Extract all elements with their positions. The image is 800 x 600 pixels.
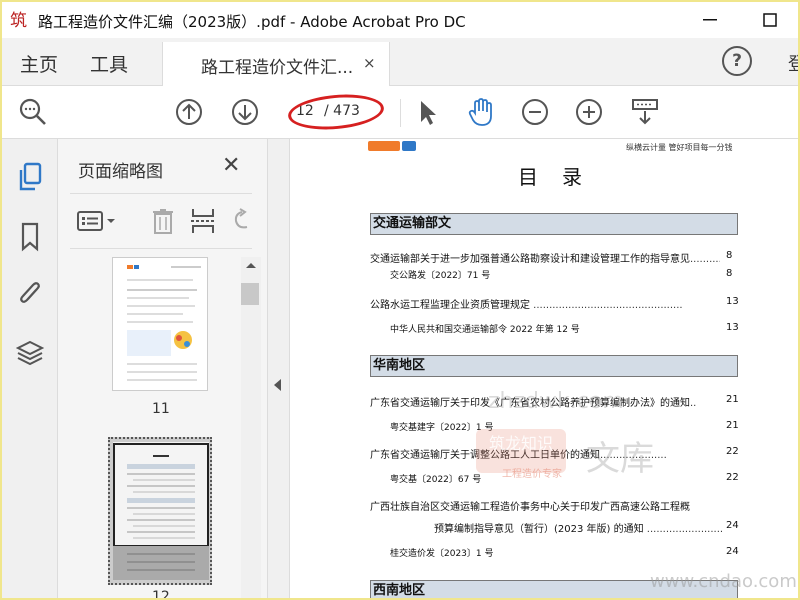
toc-entry-sub[interactable]: 交公路发〔2022〕71 号 — [390, 268, 490, 281]
toc-entry-sub[interactable]: 粤交基〔2022〕67 号 — [390, 472, 481, 485]
scroll-up-arrow-icon[interactable] — [241, 258, 261, 272]
toc-heading: 目录 — [518, 165, 606, 189]
toc-entry-sub[interactable]: 桂交造价发〔2023〕1 号 — [390, 546, 494, 559]
rotate-page-icon[interactable] — [226, 206, 256, 236]
toolbar-divider — [400, 99, 401, 127]
previous-page-icon[interactable] — [172, 95, 206, 129]
zoom-out-icon[interactable] — [518, 95, 552, 129]
toc-entry[interactable]: 交通运输部关于进一步加强普通公路勘察设计和建设管理工作的指导意见........… — [370, 250, 720, 265]
toc-entry-text: 公路水运工程监理企业资质管理规定 — [370, 300, 530, 311]
thumbnail-toolbar — [70, 193, 252, 249]
attachments-icon[interactable] — [14, 277, 46, 309]
page-thumbnails-icon[interactable] — [14, 161, 46, 193]
section-heading: 交通运输部文 — [370, 213, 738, 235]
acrobat-window: 筑 路工程造价文件汇编（2023版）.pdf - Adobe Acrobat P… — [2, 2, 798, 598]
toc-entry-text: 预算编制指导意见（暂行）(2023 年版) 的通知 — [434, 524, 644, 535]
zoom-in-icon[interactable] — [572, 95, 606, 129]
section-heading: 华南地区 — [370, 355, 738, 377]
watermark-caption: 工程造价专家 — [502, 469, 562, 480]
help-button[interactable]: ? — [722, 46, 752, 76]
thumbnail-page-12[interactable] — [108, 437, 212, 585]
maximize-button[interactable] — [756, 8, 784, 32]
toc-page-number: 21 — [726, 420, 739, 431]
toc-entry-sub[interactable]: 中华人民共和国交通运输部令 2022 年第 12 号 — [390, 322, 580, 335]
toc-page-number: 13 — [726, 322, 739, 333]
watermark-url: zhzdwk.com — [488, 389, 624, 414]
tab-bar: 主页 工具 路工程造价文件汇... × ? 登 — [2, 38, 798, 86]
title-bar: 筑 路工程造价文件汇编（2023版）.pdf - Adobe Acrobat P… — [2, 2, 798, 38]
next-page-icon[interactable] — [228, 95, 262, 129]
thumbnail-label-12: 12 — [152, 589, 170, 598]
tab-document[interactable]: 路工程造价文件汇... × — [162, 42, 390, 86]
document-tab-label: 路工程造价文件汇... — [201, 58, 354, 78]
thumbnail-label-11: 11 — [152, 401, 170, 417]
tab-home[interactable]: 主页 — [20, 50, 58, 77]
thumbnail-options-icon[interactable] — [76, 206, 120, 236]
toc-page-number: 22 — [726, 472, 739, 483]
page-total-label: / 473 — [324, 103, 360, 119]
search-icon[interactable] — [16, 95, 50, 129]
toc-entry[interactable]: 广西壮族自治区交通运输工程造价事务中心关于印发广西高速公路工程概 — [370, 498, 740, 513]
extract-pages-icon[interactable] — [188, 206, 218, 236]
page-thumbnails-panel: 页面缩略图 ✕ 11 12 — [58, 139, 268, 598]
toc-page-number: 8 — [726, 250, 733, 261]
watermark-site: www.cndao.com — [650, 571, 797, 592]
fit-page-icon[interactable] — [628, 95, 662, 129]
toc-page-number: 24 — [726, 520, 739, 531]
watermark-wenku: 文库 — [586, 439, 654, 479]
scrollbar-thumb[interactable] — [241, 283, 259, 305]
toc-page-number: 24 — [726, 546, 739, 557]
window-title: 路工程造价文件汇编（2023版）.pdf - Adobe Acrobat Pro… — [38, 13, 466, 31]
panel-title: 页面缩略图 — [78, 162, 163, 182]
minimize-button[interactable] — [696, 8, 724, 32]
bookmarks-icon[interactable] — [14, 221, 46, 253]
page-header-tagline: 纵横云计量 管好项目每一分钱 — [626, 143, 733, 152]
close-tab-button[interactable]: × — [363, 54, 376, 72]
toc-entry-text: 交通运输部关于进一步加强普通公路勘察设计和建设管理工作的指导意见 — [370, 254, 690, 265]
hand-tool-icon[interactable] — [464, 95, 498, 129]
toc-entry[interactable]: 公路水运工程监理企业资质管理规定 .......................… — [370, 296, 720, 311]
toolbar: 12 / 473 — [2, 87, 798, 139]
thumbnail-page-11[interactable] — [112, 257, 208, 391]
collapse-arrow-icon[interactable] — [274, 379, 281, 391]
tab-tools[interactable]: 工具 — [90, 50, 128, 77]
navigation-rail — [2, 139, 58, 598]
layers-icon[interactable] — [14, 337, 46, 369]
app-logo-icon: 筑 — [10, 11, 27, 31]
page-current-input[interactable]: 12 — [296, 103, 314, 119]
signin-button[interactable]: 登 — [788, 50, 798, 76]
panel-collapse-gutter[interactable] — [268, 139, 290, 598]
close-panel-button[interactable]: ✕ — [222, 153, 240, 178]
brand-logo-blue — [402, 141, 416, 151]
delete-page-icon[interactable] — [148, 206, 178, 236]
page-number-field[interactable]: 12 / 473 — [288, 100, 380, 126]
document-view: 纵横云计量 管好项目每一分钱 目录 交通运输部文 交通运输部关于进一步加强普通公… — [290, 139, 798, 598]
toc-page-number: 8 — [726, 268, 733, 279]
toc-entry-continued[interactable]: 预算编制指导意见（暂行）(2023 年版) 的通知 ..............… — [434, 520, 724, 535]
brand-logo-orange — [368, 141, 400, 151]
toc-page-number: 13 — [726, 296, 739, 307]
toc-page-number: 22 — [726, 446, 739, 457]
thumbnail-scrollbar[interactable] — [241, 257, 261, 598]
toc-page-number: 21 — [726, 394, 739, 405]
select-cursor-icon[interactable] — [410, 95, 444, 129]
